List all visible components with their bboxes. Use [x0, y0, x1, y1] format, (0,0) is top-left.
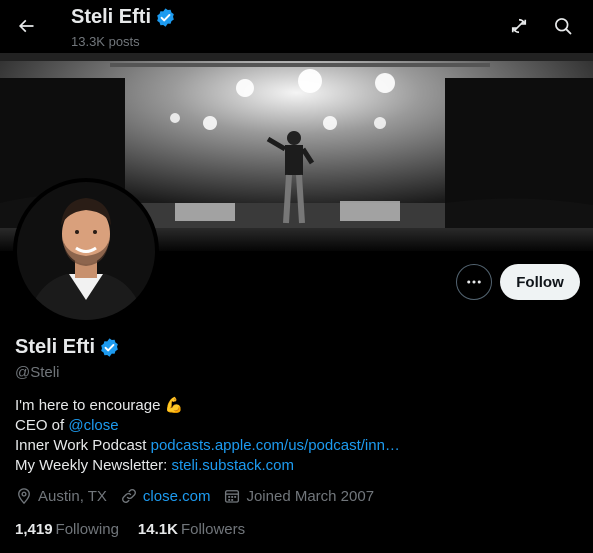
bio-text: Inner Work Podcast	[15, 437, 151, 454]
profile-handle: @Steli	[15, 364, 60, 381]
flexed-biceps-emoji: 💪	[164, 397, 184, 414]
back-button[interactable]	[8, 8, 44, 44]
bio-line: I'm here to encourage 💪	[15, 396, 400, 416]
more-icon	[467, 280, 481, 284]
website-link[interactable]: close.com	[143, 488, 211, 505]
website-item: close.com	[120, 487, 211, 505]
bio-text: CEO of	[15, 417, 69, 434]
header-title-row: Steli Efti	[71, 6, 176, 29]
verified-badge-icon[interactable]	[99, 337, 120, 358]
followers-link[interactable]: 14.1K Followers	[138, 521, 245, 538]
bio-text: My Weekly Newsletter:	[15, 457, 172, 474]
more-options-button[interactable]	[456, 264, 492, 300]
followers-count: 14.1K	[137, 521, 178, 538]
following-link[interactable]: 1,419 Following	[15, 521, 119, 538]
back-arrow-icon	[18, 19, 34, 33]
following-count: 1,419	[15, 521, 53, 538]
avatar-photo	[17, 182, 155, 320]
top-bar: Steli Efti 13.3K posts	[0, 0, 593, 53]
joined-text: Joined March 2007	[246, 487, 375, 505]
joined-item: Joined March 2007	[223, 487, 374, 505]
bio-newsletter-link[interactable]: steli.substack.com	[171, 457, 294, 474]
header-name: Steli Efti	[71, 6, 152, 28]
following-label: Following	[55, 521, 119, 538]
bio-line: Inner Work Podcast podcasts.apple.com/us…	[15, 436, 400, 456]
bio-mention-link[interactable]: @close	[68, 417, 118, 434]
verified-badge-icon	[157, 8, 174, 27]
bio-podcast-link[interactable]: podcasts.apple.com/us/podcast/inn…	[151, 437, 400, 454]
profile-stats: 1,419 Following 14.1K Followers	[15, 521, 264, 538]
search-icon	[555, 18, 572, 35]
followers-label: Followers	[180, 521, 246, 538]
follow-button[interactable]: Follow	[500, 264, 580, 300]
profile-meta: Austin, TX close.com Joined March 2007	[15, 487, 387, 505]
calendar-icon	[225, 490, 240, 503]
location-pin-icon	[18, 488, 30, 505]
profile-name-row: Steli Efti	[15, 336, 120, 359]
bio-text: I'm here to encourage	[15, 397, 161, 414]
bio-line: CEO of @close	[15, 416, 400, 436]
search-button[interactable]	[546, 9, 580, 43]
location-text: Austin, TX	[38, 487, 107, 505]
profile-avatar[interactable]	[13, 178, 159, 324]
refresh-icon	[511, 18, 527, 34]
header-post-count: 13.3K posts	[71, 34, 140, 49]
profile-bio: I'm here to encourage 💪 CEO of @close In…	[15, 396, 400, 476]
location-item: Austin, TX	[15, 487, 107, 505]
bio-line: My Weekly Newsletter: steli.substack.com	[15, 456, 400, 476]
link-icon	[121, 489, 136, 503]
profile-name: Steli Efti	[15, 336, 96, 358]
refresh-button[interactable]	[502, 9, 536, 43]
